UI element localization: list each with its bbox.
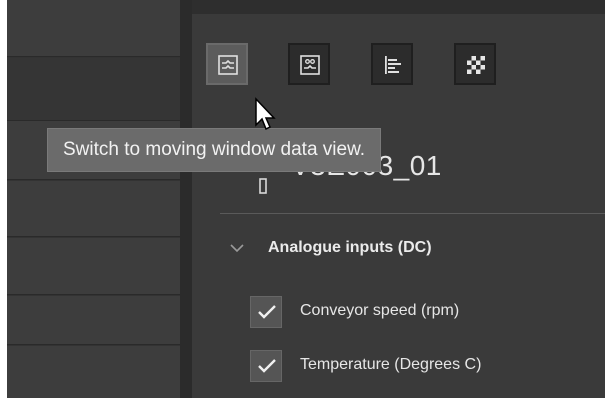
grid-view-button[interactable] xyxy=(454,43,496,85)
channel-label[interactable]: Temperature (Degrees C) xyxy=(300,356,481,374)
trend-view-icon xyxy=(300,55,320,75)
channel-checkbox-temperature[interactable] xyxy=(250,350,282,382)
checkmark-icon xyxy=(258,305,276,319)
moving-window-icon xyxy=(218,55,238,75)
bar-list-icon xyxy=(385,56,401,74)
device-list-panel xyxy=(7,0,180,398)
panel-splitter[interactable] xyxy=(180,0,192,398)
bar-list-view-button[interactable] xyxy=(371,43,413,85)
group-title[interactable]: Analogue inputs (DC) xyxy=(268,239,432,257)
list-item[interactable] xyxy=(7,0,180,57)
list-item[interactable] xyxy=(7,238,180,295)
panel-header-strip xyxy=(192,0,605,14)
checkmark-icon xyxy=(258,359,276,373)
checker-grid-icon xyxy=(467,56,485,74)
list-item[interactable] xyxy=(7,296,180,345)
canvas: V3E003_01 Analogue inputs (DC) Conveyor … xyxy=(0,0,605,398)
divider xyxy=(220,213,605,214)
list-item[interactable] xyxy=(7,346,180,398)
moving-window-view-button[interactable] xyxy=(206,43,248,85)
chevron-down-icon[interactable] xyxy=(229,242,245,254)
channel-label[interactable]: Conveyor speed (rpm) xyxy=(300,302,459,320)
list-item[interactable] xyxy=(7,58,180,173)
channel-checkbox-conveyor-speed[interactable] xyxy=(250,296,282,328)
trend-view-button[interactable] xyxy=(288,43,330,85)
list-item[interactable] xyxy=(7,181,180,237)
device-icon xyxy=(259,178,267,194)
tooltip: Switch to moving window data view. xyxy=(47,128,382,172)
mouse-pointer-icon xyxy=(255,97,276,131)
